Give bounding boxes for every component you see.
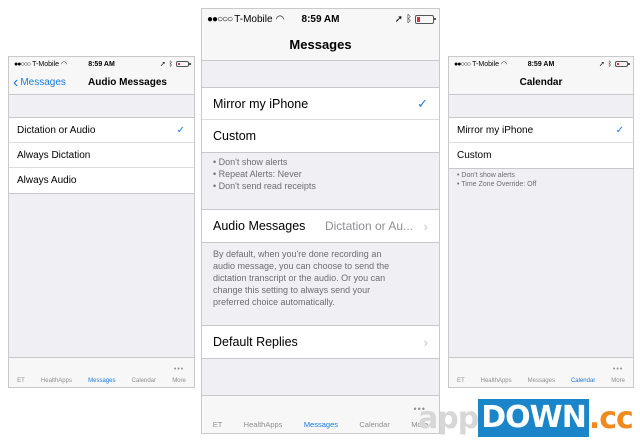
status-bar: ●●○○○ T-Mobile ◠ 8:59 AM ➚ ᛒ [202,9,439,29]
tab-calendar[interactable]: Calendar [359,420,389,429]
option-always-dictation[interactable]: Always Dictation [9,143,194,168]
page-title: Calendar [519,77,563,88]
option-custom[interactable]: Custom [449,143,633,168]
tab-et[interactable]: ET [457,378,465,384]
location-arrow-icon: ➚ [598,61,605,68]
battery-icon [176,61,191,67]
back-button[interactable]: ‹ Messages [13,73,66,91]
wifi-icon: ◠ [500,61,508,68]
tab-calendar[interactable]: Calendar [571,378,595,384]
row-label: Audio Messages [213,219,306,233]
tab-more[interactable]: ••• More [172,366,186,384]
alert-summary: • Don't show alerts • Time Zone Override… [457,172,537,188]
page-title: Messages [289,37,352,52]
wifi-icon: ◠ [275,13,285,25]
default-replies-row[interactable]: Default Replies › [202,326,439,358]
tab-calendar[interactable]: Calendar [132,378,156,384]
tab-healthapps[interactable]: HealthApps [244,420,283,429]
tab-messages[interactable]: Messages [528,378,555,384]
carrier-label: T-Mobile [32,60,59,68]
tab-bar: ET HealthApps Messages Calendar ••• More [202,395,439,433]
tab-et[interactable]: ET [17,378,25,384]
signal-dots-icon: ●●○○○ [207,13,233,25]
audio-messages-group: Audio Messages Dictation or Au... › [202,209,439,243]
tab-messages[interactable]: Messages [304,420,338,429]
option-custom[interactable]: Custom [202,120,439,152]
chevron-left-icon: ‹ [13,73,19,91]
option-label: Dictation or Audio [17,124,96,136]
navigation-bar: ‹ Messages Audio Messages [9,71,194,95]
option-always-audio[interactable]: Always Audio [9,168,194,193]
status-time: 8:59 AM [88,60,115,68]
signal-dots-icon: ●●○○○ [454,60,471,68]
status-bar: ●●○○○ T-Mobile ◠ 8:59 AM ➚ ᛒ [449,57,633,71]
back-label: Messages [20,77,66,88]
option-label: Always Dictation [17,149,91,161]
navigation-bar: Calendar [449,71,633,95]
tab-messages[interactable]: Messages [88,378,115,384]
option-mirror-my-iphone[interactable]: Mirror my iPhone ✓ [202,88,439,120]
signal-dots-icon: ●●○○○ [14,60,31,68]
status-time: 8:59 AM [301,13,340,25]
tab-et[interactable]: ET [213,420,223,429]
carrier-label: T-Mobile [234,13,273,25]
chevron-right-icon: › [423,218,428,234]
more-icon: ••• [612,366,624,373]
battery-icon [415,14,436,24]
messages-screen: ●●○○○ T-Mobile ◠ 8:59 AM ➚ ᛒ Messages Mi… [201,8,440,434]
location-arrow-icon: ➚ [159,61,166,68]
wifi-icon: ◠ [60,61,68,68]
option-label: Mirror my iPhone [457,124,534,136]
tab-bar: ET HealthApps Messages Calendar ••• More [9,357,194,387]
checkmark-icon: ✓ [176,124,185,136]
tab-healthapps[interactable]: HealthApps [481,378,512,384]
battery-icon [615,61,630,67]
tab-bar: ET HealthApps Messages Calendar ••• More [449,357,633,387]
alert-style-list: Mirror my iPhone ✓ Custom [202,87,439,153]
tab-more-label: More [172,378,186,384]
option-label: Custom [213,129,257,143]
status-time: 8:59 AM [527,60,555,68]
checkmark-icon: ✓ [417,95,428,111]
bluetooth-icon: ᛒ [168,60,173,68]
bluetooth-icon: ᛒ [406,13,412,25]
option-mirror-my-iphone[interactable]: Mirror my iPhone ✓ [449,118,633,143]
bluetooth-icon: ᛒ [607,60,612,68]
tab-more[interactable]: ••• More [611,366,625,384]
alert-style-list: Mirror my iPhone ✓ Custom [449,117,633,169]
navigation-bar: Messages [202,29,439,61]
row-value: Dictation or Au... [324,219,413,233]
calendar-screen: ●●○○○ T-Mobile ◠ 8:59 AM ➚ ᛒ Calendar Mi… [448,56,634,388]
watermark-part-app: app [418,400,479,436]
default-replies-group: Default Replies › [202,325,439,359]
location-arrow-icon: ➚ [394,13,403,25]
chevron-right-icon: › [423,334,428,350]
option-dictation-or-audio[interactable]: Dictation or Audio ✓ [9,118,194,143]
watermark-logo: app DOWN .cc [418,398,634,438]
option-label: Always Audio [17,175,77,186]
row-label: Default Replies [213,335,298,349]
carrier-label: T-Mobile [472,60,499,68]
checkmark-icon: ✓ [615,124,624,136]
alert-summary: • Don't show alerts • Repeat Alerts: Nev… [213,157,316,191]
status-bar: ●●○○○ T-Mobile ◠ 8:59 AM ➚ ᛒ [9,57,194,71]
audio-messages-screen: ●●○○○ T-Mobile ◠ 8:59 AM ➚ ᛒ ‹ Messages … [8,56,195,388]
watermark-part-down: DOWN [478,399,589,437]
watermark-part-cc: .cc [588,400,634,436]
tab-healthapps[interactable]: HealthApps [41,378,72,384]
more-icon: ••• [173,366,185,373]
tab-more-label: More [611,378,625,384]
page-title: Audio Messages [88,77,167,88]
option-list: Dictation or Audio ✓ Always Dictation Al… [9,117,194,194]
audio-messages-description: By default, when you're done recording a… [213,249,390,307]
option-label: Mirror my iPhone [213,96,309,111]
audio-messages-row[interactable]: Audio Messages Dictation or Au... › [202,210,439,242]
option-label: Custom [457,150,492,161]
